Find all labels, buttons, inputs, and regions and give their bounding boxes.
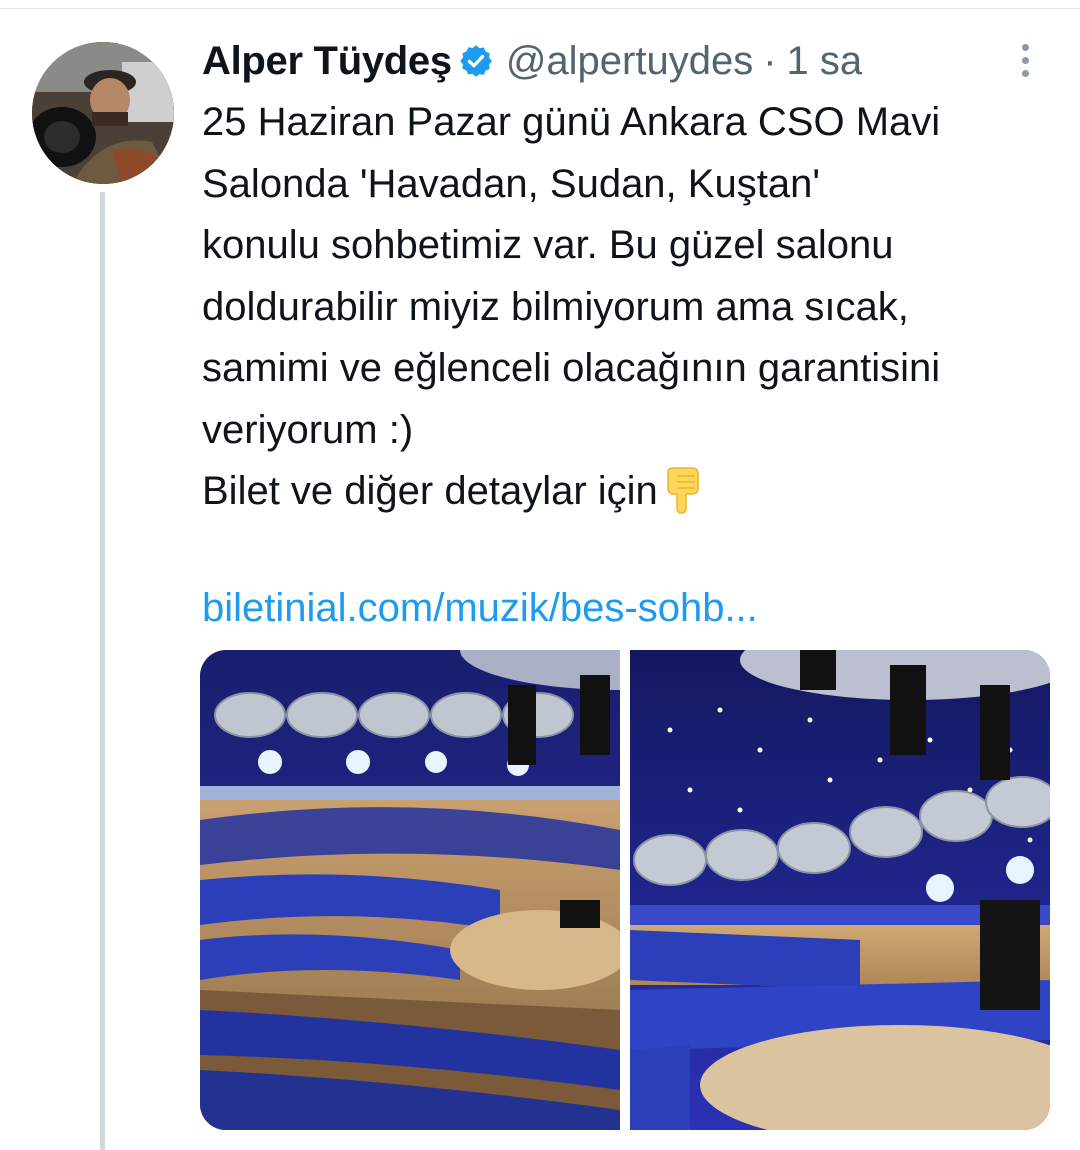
- tweet-link[interactable]: biletinial.com/muzik/bes-sohb...: [202, 580, 758, 636]
- avatar[interactable]: [32, 42, 174, 184]
- author-name[interactable]: Alper Tüydeş: [202, 39, 452, 84]
- avatar-photo: [32, 42, 174, 184]
- tweet-text-line: konulu sohbetimiz var. Bu güzel salonu: [202, 223, 894, 267]
- top-divider: [0, 8, 1080, 9]
- media-photo-right[interactable]: [630, 650, 1050, 1130]
- tweet-text-line: doldurabilir miyiz bilmiyorum ama sıcak,: [202, 284, 909, 329]
- tweet-text: 25 Haziran Pazar günü Ankara CSO Mavi Sa…: [202, 92, 1062, 523]
- concert-hall-photo-icon: [200, 650, 620, 1130]
- verified-badge-icon: [458, 43, 494, 79]
- tweet-header: Alper Tüydeş @alpertuydes · 1 sa: [202, 36, 862, 86]
- concert-hall-photo-icon: [630, 650, 1050, 1130]
- thread-line: [100, 192, 105, 1150]
- tweet-timestamp[interactable]: 1 sa: [787, 39, 863, 84]
- tweet-text-line: 25 Haziran Pazar günü Ankara CSO Mavi: [202, 100, 941, 144]
- pointing-down-emoji-icon: [662, 466, 702, 514]
- tweet-text-line: samimi ve eğlenceli olacağının garantisi…: [202, 346, 941, 390]
- tweet-text-line: veriyorum :): [202, 407, 414, 452]
- tweet-text-line: Salonda 'Havadan, Sudan, Kuştan': [202, 161, 820, 206]
- media-photo-left[interactable]: [200, 650, 620, 1130]
- tweet-media: [200, 650, 1050, 1130]
- more-options-icon[interactable]: [1010, 40, 1040, 82]
- author-handle[interactable]: @alpertuydes: [506, 39, 753, 84]
- separator-dot: ·: [763, 38, 777, 83]
- tweet-text-line: Bilet ve diğer detaylar için: [202, 469, 658, 513]
- tweet-text-line-with-emoji: Bilet ve diğer detaylar için: [202, 461, 1062, 523]
